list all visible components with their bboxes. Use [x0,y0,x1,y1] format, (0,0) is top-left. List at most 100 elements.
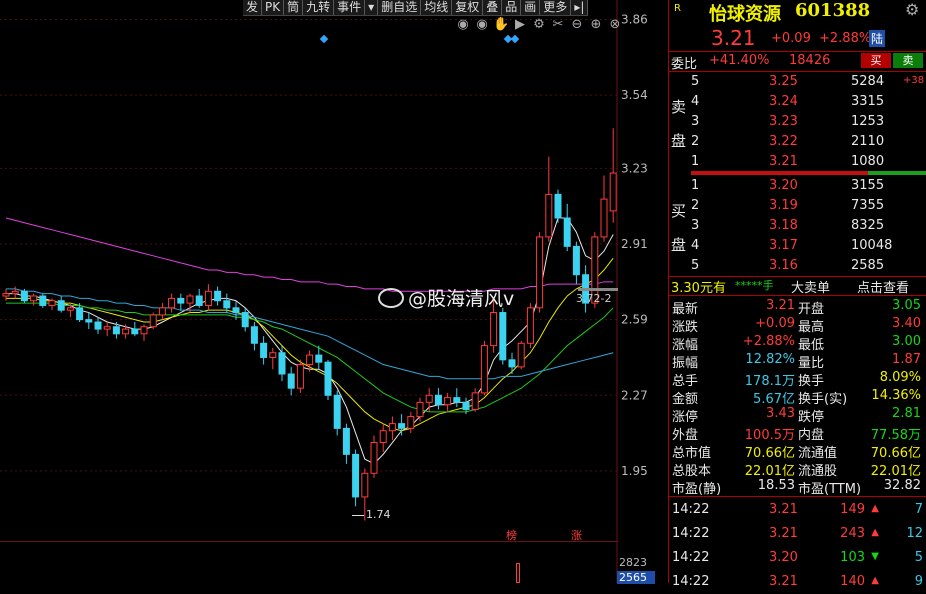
stat-row: 涨幅 +2.88% 最低 3.00 [669,333,926,353]
bid-row[interactable]: 4 3.17 10048 [669,236,926,256]
toolbar-item[interactable]: 品 [502,0,522,15]
candle [517,340,525,370]
toolbar-item[interactable]: 删自选 [378,0,422,15]
hand-icon[interactable]: ✋ [493,17,509,33]
toolbar-item[interactable]: 筒 [284,0,304,15]
book-price: 3.17 [769,238,798,253]
stat-value: 18.53 [757,478,795,493]
ma-value-tag: 3.72-2 [576,292,612,305]
candle [407,411,415,434]
stat-row: 涨跌 +0.09 最高 3.40 [669,315,926,335]
y-tick-label: 3.86 [621,12,648,26]
candle [131,322,139,337]
candle [85,312,93,330]
ask-row[interactable]: 4 3.24 3315 [669,92,926,112]
bid-row[interactable]: 3 3.18 8325 [669,216,926,236]
scissors-icon[interactable]: ✂ [550,17,566,33]
toolbar-item[interactable]: 发 [243,0,263,15]
toolbar-item[interactable]: 均线 [421,0,453,15]
candle [204,284,212,311]
eye-icon[interactable]: ◉ [455,17,471,33]
y-tick-label: 2.91 [621,237,648,251]
toolbar-item[interactable]: ▸| [571,0,589,15]
big-order-price: 3.30元有 [671,281,726,296]
book-price: 3.19 [769,198,798,213]
stat-row: 市盈(静) 18.53 市盈(TTM) 32.82 [669,477,926,497]
low-price-label: 1.74 [366,508,391,521]
quote-panel: R 怡球资源 601388 ⚙ 3.21 +0.09 +2.88% 陆 委比 +… [668,0,926,589]
ask-row[interactable]: 5 3.25 5284 +38 [669,72,926,92]
big-order-bar[interactable]: 3.30元有 *****手 大卖单 点击查看 [669,277,926,296]
stat-value: 8.09% [879,370,921,385]
weibi-label: 委比 [671,57,698,72]
toolbar-item[interactable]: 叠 [483,0,503,15]
stats-table: 最新 3.21 开盘 3.05 涨跌 +0.09 最高 3.40 涨幅 +2.88% 最低 3.00 振… [669,297,926,497]
watermark-text: @股海清风v [408,288,515,310]
minus-icon[interactable]: ⊖ [569,17,585,33]
book-price: 3.22 [769,134,798,149]
volume-low-label: 2565 [617,571,655,584]
bid-row[interactable]: 5 3.16 2585 [669,256,926,276]
stat-value: 32.82 [883,478,921,493]
candle [609,128,617,223]
book-price: 3.24 [769,94,798,109]
volume-bar [516,563,520,583]
book-vol: 1253 [851,114,885,129]
y-tick-label: 3.23 [621,161,648,175]
candle [168,293,176,313]
book-n: 2 [691,134,700,149]
view-link[interactable]: 点击查看 [857,277,909,296]
candle [241,307,249,332]
book-price: 3.25 [769,74,798,89]
play-icon[interactable]: ▶ [512,17,528,33]
tick-vol: 149 [840,502,865,517]
candle [554,189,562,223]
stat-value: +2.88% [742,334,795,349]
book-vol: 7355 [851,198,885,213]
toolbar-item[interactable]: ▾ [365,0,379,15]
candle [572,241,580,285]
stat-row: 总市值 70.66亿 流通值 70.66亿 [669,441,926,461]
stock-code: 601388 [795,0,871,21]
sell-button[interactable]: 卖 [893,53,923,68]
ask-row[interactable]: 3 3.23 1253 [669,112,926,132]
close-icon[interactable]: ⊗ [607,17,623,33]
stock-name: 怡球资源 [709,4,781,25]
ma-line [5,217,614,292]
toolbar-item[interactable]: 画 [521,0,541,15]
tick-row: 14:22 3.21 140 9 ▲ [669,572,926,594]
book-n: 2 [691,198,700,213]
toolbar-item[interactable]: PK [262,0,285,15]
candle [214,286,222,306]
buy-button[interactable]: 买 [861,53,891,68]
stat-value: +0.09 [755,316,795,331]
candle [158,303,166,320]
candle [287,366,295,396]
toolbar-item[interactable]: 更多 [540,0,572,15]
tick-list[interactable]: 14:22 3.21 149 7 ▲ 14:22 3.21 243 12 ▲ 14:22 3.20 10… [669,497,926,589]
eye-icon[interactable]: ◉ [474,17,490,33]
ask-row[interactable]: 2 3.22 2110 [669,132,926,152]
candle [600,175,608,242]
toolbar-item[interactable]: 九转 [303,0,335,15]
toolbar-item[interactable]: 事件 [334,0,366,15]
plus-icon[interactable]: ⊕ [588,17,604,33]
book-n: 1 [691,178,700,193]
book-vol: 8325 [851,218,885,233]
settings-gear-icon[interactable]: ⚙ [905,0,919,19]
bid-row[interactable]: 2 3.19 7355 [669,196,926,216]
stat-value: 14.36% [871,388,921,403]
kline-chart[interactable]: 3.86 3.54 3.23 2.91 2.59 2.27 1.95 [0,0,668,583]
candle [398,414,406,436]
price-change: +0.09 [771,31,811,46]
y-tick-label: 2.27 [621,388,648,402]
tick-time: 14:22 [672,574,710,589]
gear-icon[interactable]: ⚙ [531,17,547,33]
toolbar-item[interactable]: 复权 [452,0,484,15]
ma-line [6,217,614,465]
chart-toolbar: 发 PK 筒九转 事件 ▾ 删自选 均线 复权叠品画更多 ▸| [243,0,589,16]
ask-row[interactable]: 1 3.21 1080 [669,152,926,172]
tick-price: 3.21 [769,502,798,517]
stat-label: 市盈(TTM) [798,482,862,497]
bid-row[interactable]: 1 3.20 3155 [669,176,926,196]
